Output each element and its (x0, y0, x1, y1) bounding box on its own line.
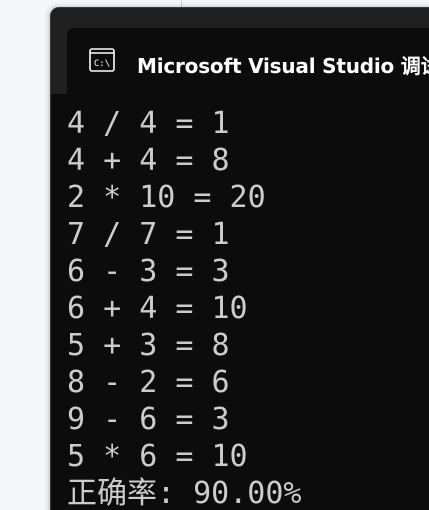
console-line: 2 * 10 = 20 (67, 180, 266, 215)
console-app-icon: C:\ (89, 48, 115, 72)
console-line: 4 / 4 = 1 (67, 106, 230, 141)
desktop-background: C:\ Microsoft Visual Studio 调试控制台 4 / 4 … (0, 0, 429, 510)
console-line: 4 + 4 = 8 (67, 143, 230, 178)
debug-console-window[interactable]: C:\ Microsoft Visual Studio 调试控制台 4 / 4 … (50, 7, 429, 510)
window-title: Microsoft Visual Studio 调试控制台 (137, 54, 429, 78)
console-line: 5 + 3 = 8 (67, 328, 230, 363)
console-line: 9 - 6 = 3 (67, 402, 230, 437)
console-line: 6 - 3 = 3 (67, 254, 230, 289)
console-line: 6 + 4 = 10 (67, 291, 248, 326)
console-line: 7 / 7 = 1 (67, 217, 230, 252)
console-tab[interactable]: C:\ Microsoft Visual Studio 调试控制台 (67, 28, 429, 94)
console-icon-text: C:\ (94, 59, 110, 69)
console-output[interactable]: 4 / 4 = 14 + 4 = 82 * 10 = 20 7 / 7 = 16 … (67, 105, 302, 510)
accuracy-line: 正确率: 90.00% (67, 476, 302, 510)
console-line: 8 - 2 = 6 (67, 365, 230, 400)
console-line: 5 * 6 = 10 (67, 439, 248, 474)
title-bar[interactable]: C:\ Microsoft Visual Studio 调试控制台 (51, 8, 429, 94)
